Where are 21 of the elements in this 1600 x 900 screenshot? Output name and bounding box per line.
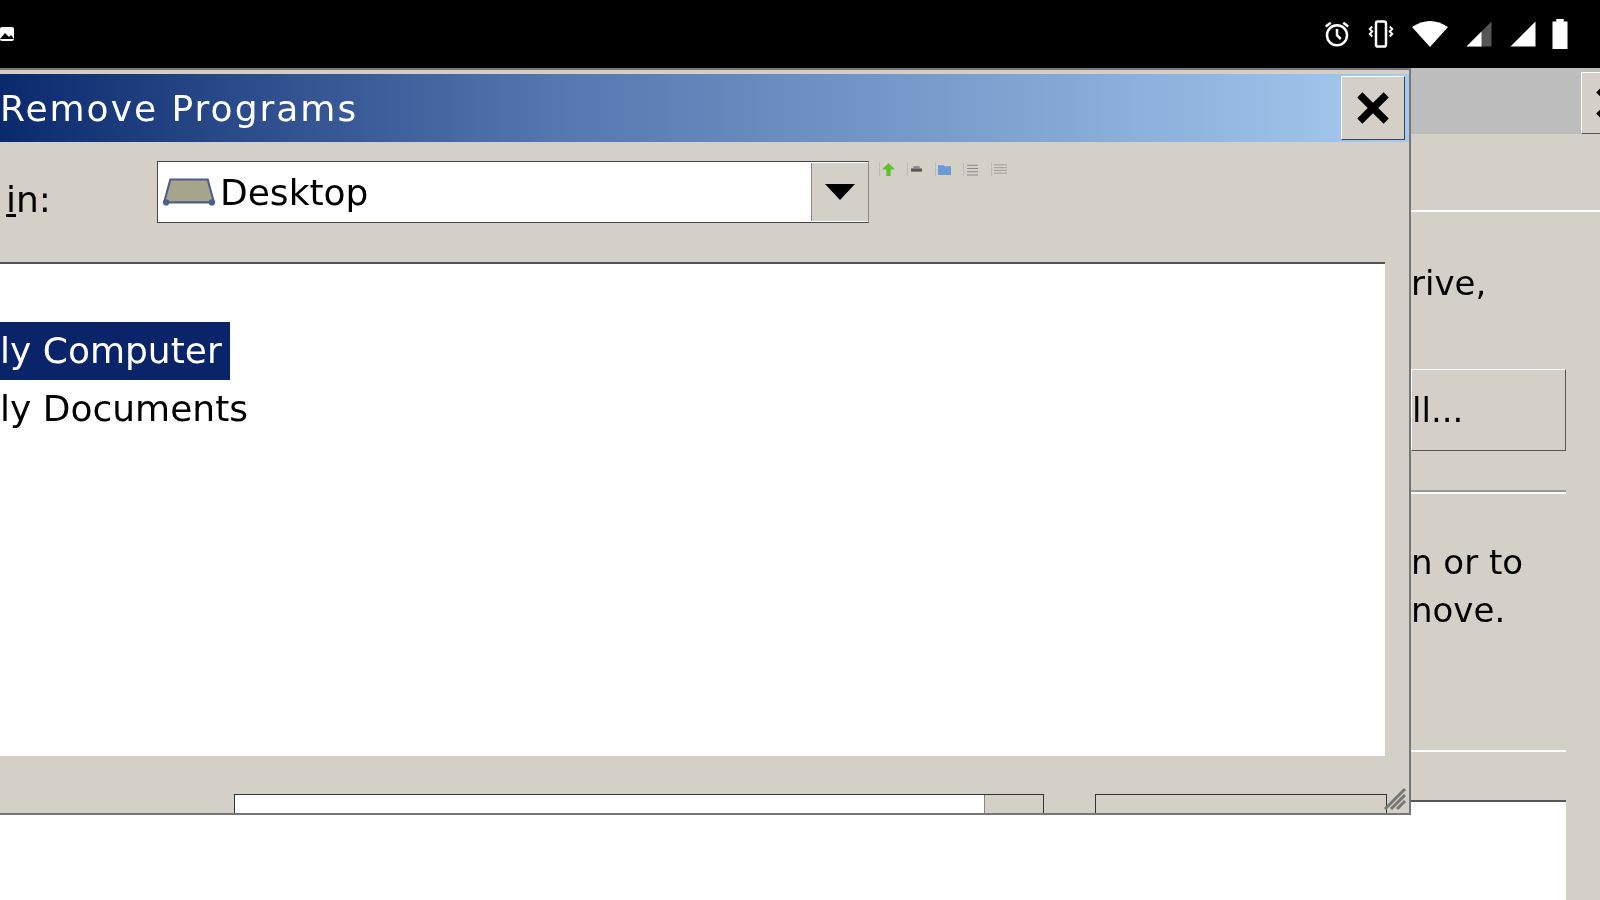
alarm-icon — [1322, 19, 1352, 49]
vibrate-icon — [1366, 19, 1396, 49]
dropdown-arrow-button[interactable] — [811, 163, 868, 221]
look-in-dropdown[interactable]: Desktop — [157, 161, 869, 223]
caret-icon — [825, 184, 855, 200]
close-button[interactable] — [1341, 76, 1405, 140]
file-item[interactable]: ly Computer — [0, 322, 230, 380]
signal-icon — [1508, 19, 1538, 49]
wifi-icon — [1410, 19, 1450, 49]
battery-icon — [1552, 19, 1568, 49]
file-name-field[interactable] — [234, 794, 1044, 813]
signal-icon — [1464, 19, 1494, 49]
description-text: n or to nove. — [1411, 541, 1524, 632]
description-text: rive, — [1411, 262, 1487, 305]
dialog-title: Remove Programs — [0, 87, 359, 129]
dropdown-value: Desktop — [219, 171, 370, 213]
file-type-field[interactable] — [1095, 794, 1387, 813]
install-button[interactable]: ll... — [1411, 369, 1566, 451]
desktop-icon — [162, 177, 216, 207]
file-item[interactable]: ly Documents — [0, 380, 256, 438]
look-in-label: in: — [5, 179, 52, 220]
